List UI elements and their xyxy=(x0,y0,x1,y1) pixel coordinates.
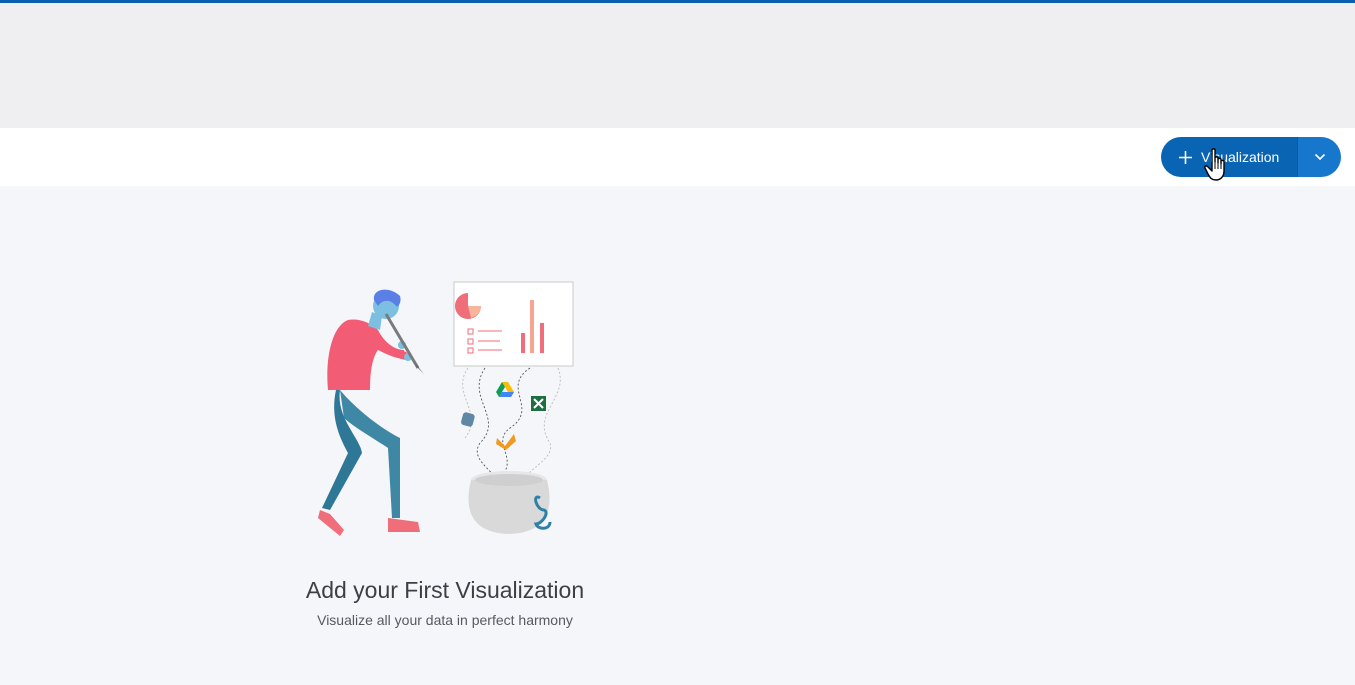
google-drive-icon xyxy=(496,382,514,397)
add-visualization-button[interactable]: Visualization xyxy=(1161,137,1297,177)
header-area xyxy=(0,3,1355,128)
analytics-icon xyxy=(496,434,516,450)
excel-icon xyxy=(531,396,546,411)
plus-icon xyxy=(1179,150,1192,164)
empty-state-illustration xyxy=(318,281,574,536)
database-icon xyxy=(461,412,475,427)
add-visualization-dropdown-button[interactable] xyxy=(1297,137,1341,177)
add-visualization-button-group: Visualization xyxy=(1161,137,1341,177)
empty-state-subtitle: Visualize all your data in perfect harmo… xyxy=(317,612,573,628)
pot-icon xyxy=(468,471,552,534)
add-visualization-label: Visualization xyxy=(1201,149,1280,165)
chevron-down-icon xyxy=(1314,153,1325,161)
main-content xyxy=(0,186,1355,685)
person-flute-icon xyxy=(318,289,424,536)
empty-state-title: Add your First Visualization xyxy=(305,577,585,603)
dashboard-toolbar xyxy=(0,128,1355,186)
chart-board-icon xyxy=(453,281,574,367)
